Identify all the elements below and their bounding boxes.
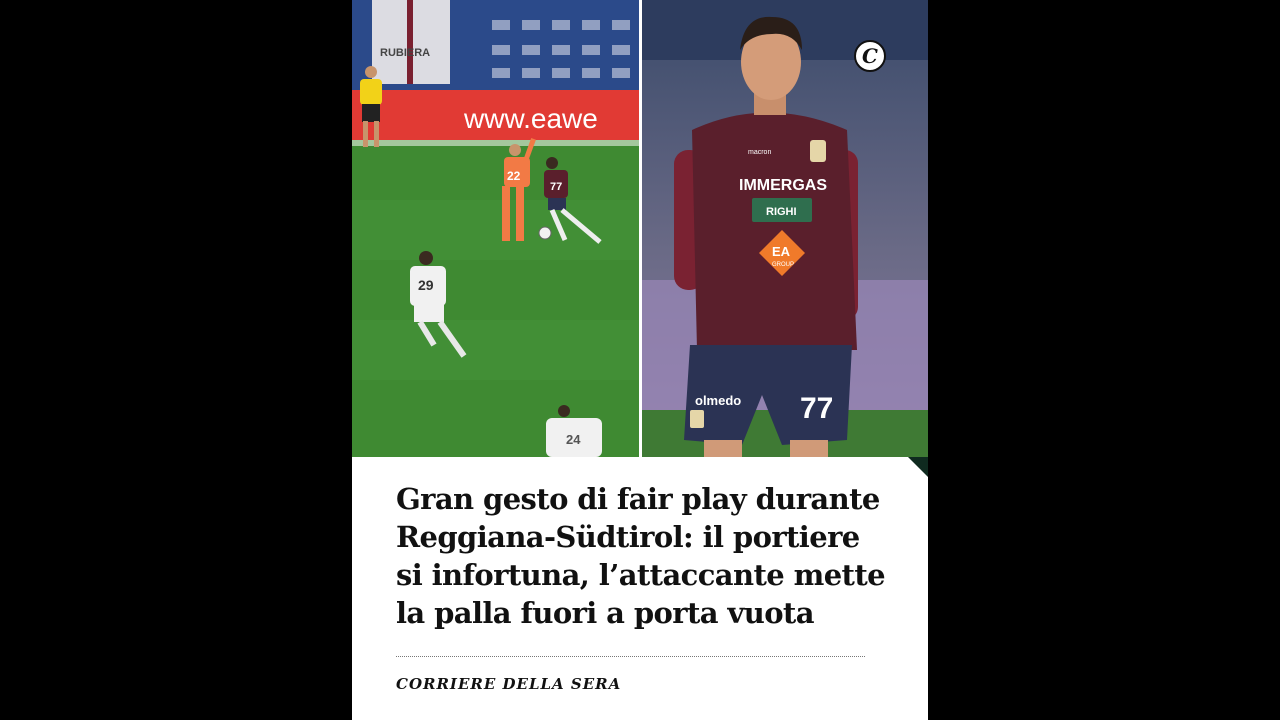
corriere-c-icon: C <box>854 40 886 72</box>
logo-letter: C <box>862 44 878 68</box>
jersey-sponsor-text: IMMERGAS <box>739 177 827 194</box>
divider <box>396 656 865 657</box>
ad-banner-text: www.eawe <box>463 103 598 134</box>
club-crest <box>810 140 826 162</box>
shorts-sponsor-text: olmedo <box>695 393 741 408</box>
source-label: CORRIERE DELLA SERA <box>396 675 622 693</box>
player-jersey <box>692 112 857 350</box>
jersey-logo-subtext: GROUP <box>772 262 794 268</box>
match-action-photo: RUBIERA www.eawe 22 77 29 24 <box>352 0 639 457</box>
corner-fold <box>908 457 928 477</box>
photo-collage: RUBIERA www.eawe 22 77 29 24 IMMERGAS RI… <box>352 0 928 477</box>
kit-brand-text: macron <box>748 149 771 156</box>
stadium-sign-text: RUBIERA <box>380 47 430 59</box>
player-portrait-photo: IMMERGAS RIGHI EA GROUP macron olmedo 77 <box>642 0 928 457</box>
shorts-number: 77 <box>800 392 833 425</box>
news-post-card: RUBIERA www.eawe 22 77 29 24 IMMERGAS RI… <box>352 0 928 720</box>
goalkeeper-number: 22 <box>507 169 521 183</box>
player-portrait-illustration: IMMERGAS RIGHI EA GROUP macron olmedo 77 <box>642 0 928 457</box>
bottom-player-number: 24 <box>566 432 581 447</box>
headline: Gran gesto di fair play durante Reggiana… <box>396 482 886 630</box>
jersey-secondary-sponsor: RIGHI <box>766 206 797 218</box>
jersey-logo-text: EA <box>772 244 791 259</box>
match-action-illustration: RUBIERA www.eawe 22 77 29 24 <box>352 0 639 457</box>
attacker-number: 77 <box>550 181 562 193</box>
ball <box>538 226 552 240</box>
defender-number: 29 <box>418 277 434 293</box>
